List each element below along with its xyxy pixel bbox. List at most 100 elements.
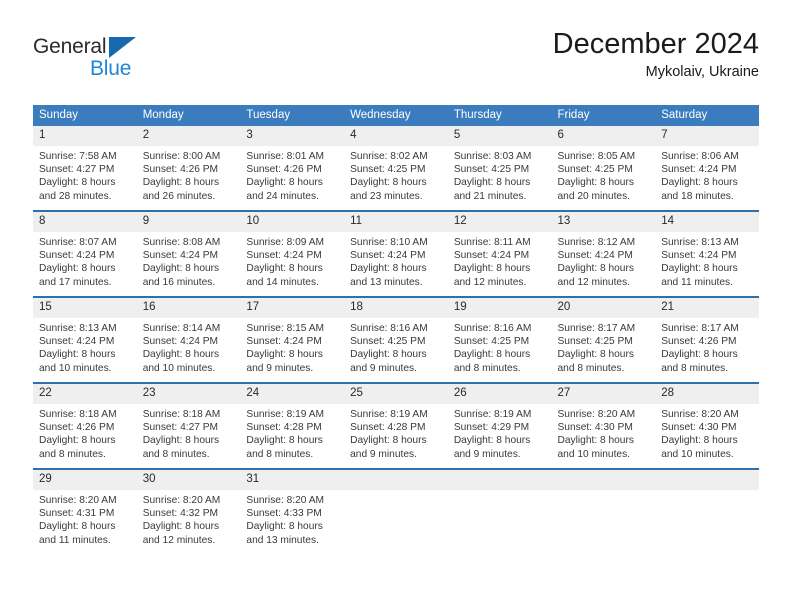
day-cell[interactable]: 13 Sunrise: 8:12 AM Sunset: 4:24 PM Dayligh… xyxy=(551,212,656,296)
sunrise-text: Sunrise: 8:17 AM xyxy=(661,323,739,334)
day-details: Sunrise: 8:19 AM Sunset: 4:28 PM Daylight:… xyxy=(344,404,448,461)
calendar-table: Sunday Monday Tuesday Wednesday Thursday… xyxy=(33,105,759,554)
day-cell[interactable]: 11 Sunrise: 8:10 AM Sunset: 4:24 PM Dayligh… xyxy=(344,212,448,296)
day-cell-empty xyxy=(447,470,552,554)
daylight-text-line1: Daylight: 8 hours xyxy=(39,521,116,533)
daylight-text-line2: and 16 minutes. xyxy=(142,276,216,288)
sunset-text: Sunset: 4:26 PM xyxy=(142,164,219,176)
day-cell[interactable]: 24 Sunrise: 8:19 AM Sunset: 4:28 PM Dayligh… xyxy=(240,384,345,468)
day-cell[interactable]: 7 Sunrise: 8:06 AM Sunset: 4:24 PM Daylight… xyxy=(655,126,759,210)
day-cell[interactable]: 31 Sunrise: 8:20 AM Sunset: 4:33 PM Dayligh… xyxy=(240,470,345,554)
sunset-text: Sunset: 4:30 PM xyxy=(557,422,633,434)
day-cell[interactable]: 3 Sunrise: 8:01 AM Sunset: 4:26 PM Daylight… xyxy=(240,126,345,210)
sunset-text: Sunset: 4:33 PM xyxy=(246,508,322,520)
day-cell[interactable]: 2 Sunrise: 8:00 AM Sunset: 4:26 PM Daylight… xyxy=(136,126,241,210)
daylight-text-line2: and 9 minutes. xyxy=(246,362,314,374)
day-cell[interactable]: 10 Sunrise: 8:09 AM Sunset: 4:24 PM Dayligh… xyxy=(240,212,345,296)
day-details: Sunrise: 8:13 AM Sunset: 4:24 PM Daylight:… xyxy=(33,318,137,375)
day-cell[interactable]: 6 Sunrise: 8:05 AM Sunset: 4:25 PM Daylight… xyxy=(551,126,656,210)
sunrise-text: Sunrise: 8:20 AM xyxy=(39,495,117,506)
daylight-text-line1: Daylight: 8 hours xyxy=(39,349,116,361)
sunrise-text: Sunrise: 8:12 AM xyxy=(557,237,636,248)
daylight-text-line2: and 23 minutes. xyxy=(350,190,423,202)
day-cell[interactable]: 19 Sunrise: 8:16 AM Sunset: 4:25 PM Dayligh… xyxy=(447,298,552,382)
day-cell[interactable]: 18 Sunrise: 8:16 AM Sunset: 4:25 PM Dayligh… xyxy=(344,298,448,382)
day-cell[interactable]: 8 Sunrise: 8:07 AM Sunset: 4:24 PM Daylight… xyxy=(33,212,137,296)
day-cell[interactable]: 22 Sunrise: 8:18 AM Sunset: 4:26 PM Dayligh… xyxy=(33,384,137,468)
day-details: Sunrise: 8:20 AM Sunset: 4:30 PM Daylight:… xyxy=(552,404,656,461)
day-cell[interactable]: 5 Sunrise: 8:03 AM Sunset: 4:25 PM Daylight… xyxy=(447,126,552,210)
sunrise-text: Sunrise: 8:13 AM xyxy=(39,323,117,334)
daylight-text-line1: Daylight: 8 hours xyxy=(246,349,323,361)
calendar-body: 1 Sunrise: 7:58 AM Sunset: 4:27 PM Daylight… xyxy=(33,126,759,554)
day-cell[interactable]: 4 Sunrise: 8:02 AM Sunset: 4:25 PM Daylight… xyxy=(344,126,448,210)
day-cell[interactable]: 25 Sunrise: 8:19 AM Sunset: 4:28 PM Dayligh… xyxy=(344,384,448,468)
daylight-text-line2: and 11 minutes. xyxy=(661,276,733,288)
day-cell[interactable]: 23 Sunrise: 8:18 AM Sunset: 4:27 PM Dayligh… xyxy=(136,384,241,468)
daylight-text-line1: Daylight: 8 hours xyxy=(453,435,531,447)
day-cell[interactable]: 21 Sunrise: 8:17 AM Sunset: 4:26 PM Dayligh… xyxy=(655,298,759,382)
daylight-text-line1: Daylight: 8 hours xyxy=(142,349,220,361)
day-number: 10 xyxy=(240,212,345,232)
sunset-text: Sunset: 4:32 PM xyxy=(142,508,219,520)
daylight-text-line1: Daylight: 8 hours xyxy=(142,263,220,275)
daylight-text-line2: and 9 minutes. xyxy=(350,362,417,374)
day-cell-empty xyxy=(655,470,759,554)
daylight-text-line2: and 18 minutes. xyxy=(661,190,734,202)
day-cell[interactable]: 28 Sunrise: 8:20 AM Sunset: 4:30 PM Dayligh… xyxy=(655,384,759,468)
sunset-text: Sunset: 4:25 PM xyxy=(453,336,530,348)
sunrise-text: Sunrise: 8:08 AM xyxy=(142,237,221,248)
day-cell[interactable]: 29 Sunrise: 8:20 AM Sunset: 4:31 PM Dayligh… xyxy=(33,470,137,554)
day-cell[interactable]: 26 Sunrise: 8:19 AM Sunset: 4:29 PM Dayligh… xyxy=(447,384,552,468)
day-cell[interactable]: 15 Sunrise: 8:13 AM Sunset: 4:24 PM Dayligh… xyxy=(33,298,137,382)
day-number: 2 xyxy=(136,126,241,146)
sunrise-text: Sunrise: 8:01 AM xyxy=(246,151,324,162)
day-number: 19 xyxy=(447,298,552,318)
sunset-text: Sunset: 4:24 PM xyxy=(39,250,115,262)
day-number: 1 xyxy=(33,126,137,146)
sunrise-text: Sunrise: 8:20 AM xyxy=(142,495,221,506)
daylight-text-line1: Daylight: 8 hours xyxy=(350,349,427,361)
sunrise-text: Sunrise: 8:20 AM xyxy=(661,409,739,420)
title-block: December 2024 Mykolaiv, Ukraine xyxy=(553,28,759,81)
day-number xyxy=(551,470,656,490)
sunset-text: Sunset: 4:24 PM xyxy=(142,250,219,262)
day-details: Sunrise: 8:07 AM Sunset: 4:24 PM Daylight:… xyxy=(33,232,137,289)
calendar-page: General Blue December 2024 Mykolaiv, Ukr… xyxy=(0,0,792,612)
day-details: Sunrise: 8:11 AM Sunset: 4:24 PM Daylight:… xyxy=(448,232,552,289)
sunrise-text: Sunrise: 8:19 AM xyxy=(246,409,324,420)
day-number: 5 xyxy=(447,126,552,146)
brand-logo: General Blue xyxy=(33,36,243,88)
day-cell[interactable]: 27 Sunrise: 8:20 AM Sunset: 4:30 PM Dayligh… xyxy=(551,384,656,468)
daylight-text-line1: Daylight: 8 hours xyxy=(142,435,220,447)
day-number: 30 xyxy=(136,470,241,490)
day-details: Sunrise: 8:19 AM Sunset: 4:29 PM Daylight:… xyxy=(448,404,552,461)
sunrise-text: Sunrise: 8:07 AM xyxy=(39,237,117,248)
daylight-text-line1: Daylight: 8 hours xyxy=(557,263,634,275)
daylight-text-line1: Daylight: 8 hours xyxy=(142,177,220,189)
day-number: 16 xyxy=(136,298,241,318)
daylight-text-line1: Daylight: 8 hours xyxy=(557,349,634,361)
daylight-text-line1: Daylight: 8 hours xyxy=(661,435,738,447)
day-cell[interactable]: 30 Sunrise: 8:20 AM Sunset: 4:32 PM Dayligh… xyxy=(136,470,241,554)
day-number: 25 xyxy=(344,384,448,404)
day-number: 11 xyxy=(344,212,448,232)
day-cell[interactable]: 1 Sunrise: 7:58 AM Sunset: 4:27 PM Daylight… xyxy=(33,126,137,210)
sunset-text: Sunset: 4:24 PM xyxy=(453,250,530,262)
daylight-text-line1: Daylight: 8 hours xyxy=(39,177,116,189)
day-cell[interactable]: 17 Sunrise: 8:15 AM Sunset: 4:24 PM Dayligh… xyxy=(240,298,345,382)
daylight-text-line2: and 9 minutes. xyxy=(453,448,521,460)
sunset-text: Sunset: 4:27 PM xyxy=(142,422,219,434)
sunrise-text: Sunrise: 8:15 AM xyxy=(246,323,324,334)
day-cell[interactable]: 20 Sunrise: 8:17 AM Sunset: 4:25 PM Dayligh… xyxy=(551,298,656,382)
day-cell[interactable]: 12 Sunrise: 8:11 AM Sunset: 4:24 PM Dayligh… xyxy=(447,212,552,296)
weekday-header-wednesday: Wednesday xyxy=(344,105,448,126)
daylight-text-line2: and 8 minutes. xyxy=(142,448,210,460)
day-cell[interactable]: 14 Sunrise: 8:13 AM Sunset: 4:24 PM Dayligh… xyxy=(655,212,759,296)
sunset-text: Sunset: 4:26 PM xyxy=(39,422,115,434)
sunrise-text: Sunrise: 8:20 AM xyxy=(557,409,636,420)
day-cell[interactable]: 9 Sunrise: 8:08 AM Sunset: 4:24 PM Daylight… xyxy=(136,212,241,296)
daylight-text-line1: Daylight: 8 hours xyxy=(350,435,427,447)
day-cell[interactable]: 16 Sunrise: 8:14 AM Sunset: 4:24 PM Dayligh… xyxy=(136,298,241,382)
day-number: 8 xyxy=(33,212,137,232)
